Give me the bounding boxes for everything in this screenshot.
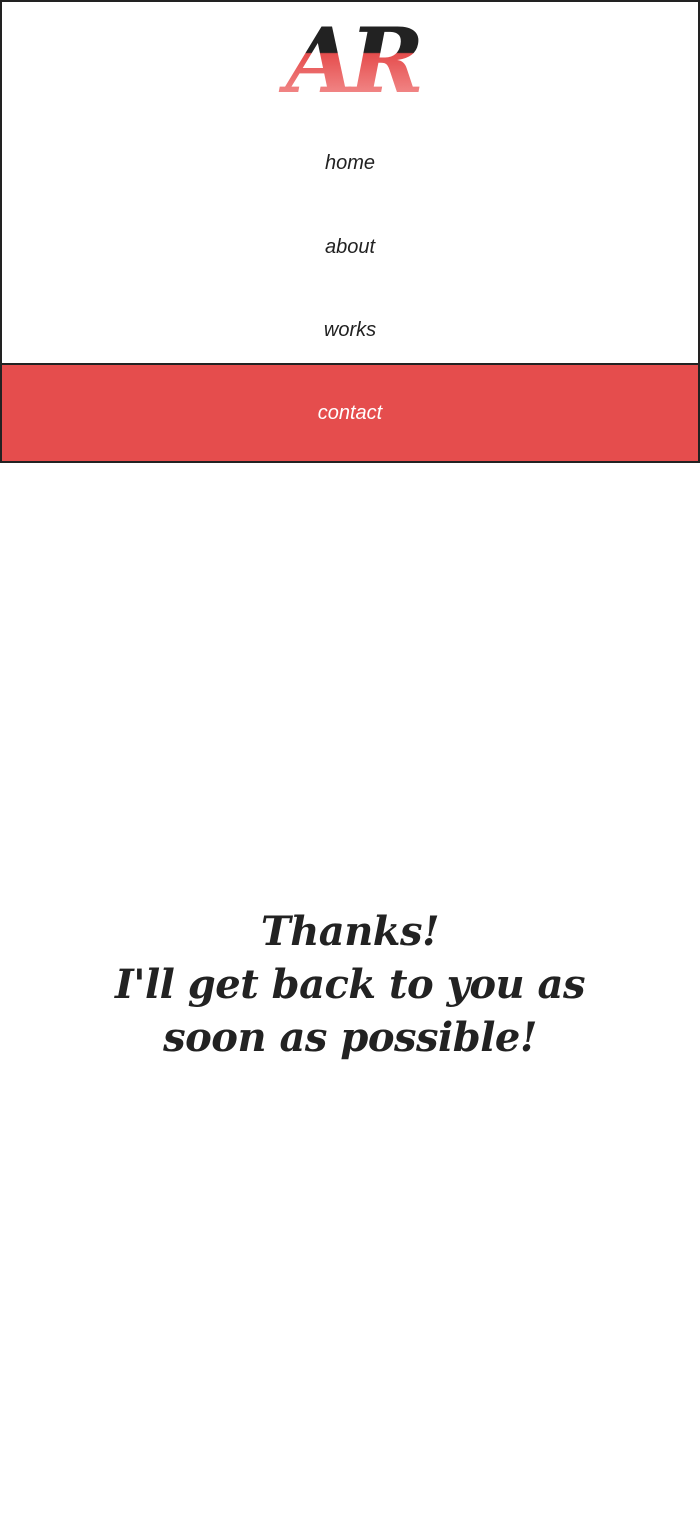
- logo-text: AR: [278, 14, 421, 100]
- nav-item-about[interactable]: about: [2, 205, 698, 289]
- logo[interactable]: AR: [270, 14, 434, 100]
- thanks-body: I'll get back to you as soon as possible…: [115, 961, 585, 1061]
- navigation-menu: AR home about works contact: [0, 0, 700, 463]
- thank-you-message: Thanks! I'll get back to you as soon as …: [60, 905, 640, 1064]
- nav-item-works[interactable]: works: [2, 288, 698, 372]
- nav-item-home[interactable]: home: [2, 121, 698, 205]
- thanks-heading: Thanks!: [260, 908, 440, 955]
- nav-item-contact[interactable]: contact: [2, 363, 698, 461]
